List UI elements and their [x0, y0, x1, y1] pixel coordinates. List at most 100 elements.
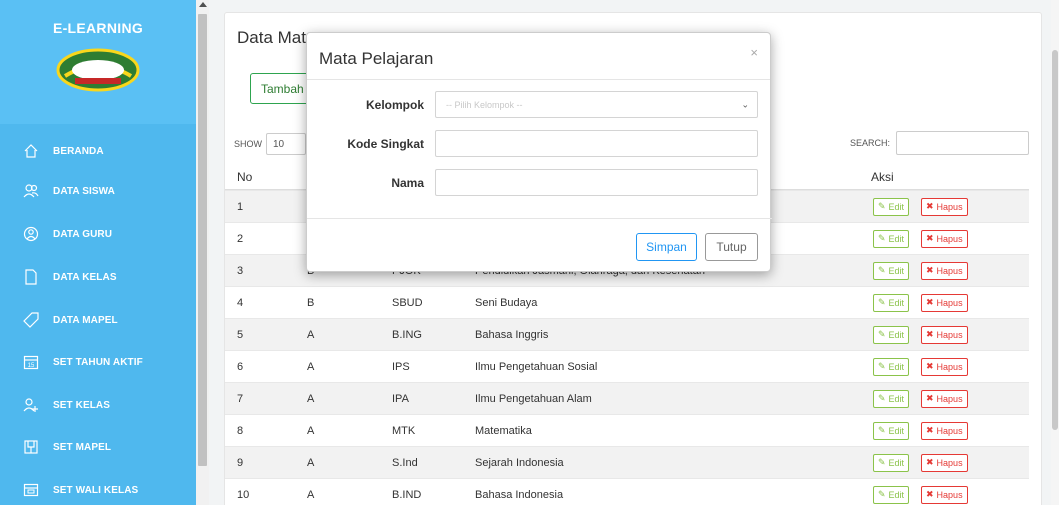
- edit-button[interactable]: ✎ Edit: [873, 325, 910, 344]
- add-button[interactable]: Tambah: [250, 73, 315, 104]
- cell-nama: Sejarah Indonesia: [475, 456, 564, 469]
- sidebar-item-set-tahun-aktif[interactable]: 15 SET TAHUN AKTIF: [0, 342, 196, 382]
- sidebar-item-set-kelas[interactable]: SET KELAS: [0, 385, 196, 425]
- edit-icon: ✎: [878, 265, 886, 275]
- delete-label: Hapus: [936, 265, 963, 276]
- cell-no: 10: [237, 488, 250, 501]
- col-no: No: [237, 170, 253, 184]
- kode-singkat-label: Kode Singkat: [347, 137, 424, 151]
- delete-button[interactable]: ✖ Hapus: [921, 357, 968, 376]
- delete-button[interactable]: ✖ Hapus: [921, 293, 968, 312]
- sidebar-item-beranda[interactable]: BERANDA: [0, 131, 196, 171]
- cell-no: 7: [237, 392, 244, 405]
- cell-kode: S.Ind: [392, 456, 418, 469]
- save-button[interactable]: Simpan: [636, 233, 697, 261]
- cell-no: 5: [237, 328, 244, 341]
- close-icon[interactable]: ×: [750, 45, 758, 60]
- edit-button[interactable]: ✎ Edit: [873, 389, 910, 408]
- sidebar-item-label: DATA GURU: [53, 228, 113, 240]
- delete-button[interactable]: ✖ Hapus: [921, 453, 968, 472]
- page-length-select[interactable]: 10: [266, 133, 306, 155]
- edit-button[interactable]: ✎ Edit: [873, 485, 910, 504]
- table-row: 10 A B.IND Bahasa Indonesia ✎ Edit ✖ Hapus: [225, 478, 1029, 505]
- delete-button[interactable]: ✖ Hapus: [921, 197, 968, 216]
- delete-label: Hapus: [936, 329, 963, 340]
- sidebar-item-label: DATA SISWA: [53, 185, 115, 197]
- cell-kode: MTK: [392, 424, 416, 437]
- svg-text:15: 15: [28, 363, 35, 369]
- edit-icon: ✎: [878, 201, 886, 211]
- edit-label: Edit: [888, 361, 905, 372]
- cell-kelompok: A: [307, 392, 315, 405]
- delete-icon: ✖: [926, 393, 934, 403]
- cell-kelompok: B: [307, 296, 315, 309]
- edit-label: Edit: [888, 233, 905, 244]
- edit-button[interactable]: ✎ Edit: [873, 357, 910, 376]
- book-icon: [24, 440, 38, 454]
- close-button[interactable]: Tutup: [705, 233, 758, 261]
- cell-no: 2: [237, 232, 244, 245]
- page-length-value: 10: [273, 138, 285, 150]
- delete-button[interactable]: ✖ Hapus: [921, 485, 968, 504]
- sidebar-item-data-mapel[interactable]: DATA MAPEL: [0, 300, 196, 340]
- kelompok-row: Kelompok -- Pilih Kelompok -- ⌄: [307, 91, 772, 119]
- cell-kelompok: A: [307, 456, 315, 469]
- tag-icon: [23, 312, 39, 328]
- delete-button[interactable]: ✖ Hapus: [921, 421, 968, 440]
- edit-button[interactable]: ✎ Edit: [873, 261, 910, 280]
- cell-kelompok: A: [307, 424, 315, 437]
- sidebar-item-data-siswa[interactable]: DATA SISWA: [0, 171, 196, 211]
- sidebar-item-set-wali-kelas[interactable]: SET WALI KELAS: [0, 470, 196, 505]
- sidebar-item-set-mapel[interactable]: SET MAPEL: [0, 427, 196, 467]
- edit-icon: ✎: [878, 297, 886, 307]
- table-row: 7 A IPA Ilmu Pengetahuan Alam ✎ Edit ✖ Hapus: [225, 382, 1029, 414]
- nama-row: Nama: [307, 169, 772, 197]
- delete-label: Hapus: [936, 361, 963, 372]
- delete-button[interactable]: ✖ Hapus: [921, 389, 968, 408]
- delete-label: Hapus: [936, 201, 963, 212]
- delete-button[interactable]: ✖ Hapus: [921, 229, 968, 248]
- kelompok-label: Kelompok: [365, 98, 424, 112]
- edit-button[interactable]: ✎ Edit: [873, 421, 910, 440]
- sidebar-item-label: BERANDA: [53, 145, 104, 157]
- edit-button[interactable]: ✎ Edit: [873, 197, 910, 216]
- cell-nama: Seni Budaya: [475, 296, 538, 309]
- sidebar-item-data-kelas[interactable]: DATA KELAS: [0, 257, 196, 297]
- person-icon: [23, 226, 39, 242]
- sidebar-scrollbar-thumb[interactable]: [198, 14, 207, 466]
- edit-button[interactable]: ✎ Edit: [873, 293, 910, 312]
- search-input[interactable]: [896, 131, 1029, 155]
- users-icon: [23, 184, 39, 198]
- edit-icon: ✎: [878, 329, 886, 339]
- edit-label: Edit: [888, 489, 905, 500]
- edit-button[interactable]: ✎ Edit: [873, 453, 910, 472]
- sidebar-scrollbar[interactable]: [196, 0, 209, 505]
- brand-title: E-LEARNING: [52, 20, 144, 36]
- calendar-icon: 15: [23, 355, 39, 370]
- delete-icon: ✖: [926, 233, 934, 243]
- page-scrollbar[interactable]: [1051, 0, 1059, 505]
- scroll-up-arrow-icon[interactable]: [199, 2, 207, 7]
- edit-icon: ✎: [878, 233, 886, 243]
- home-icon: [24, 144, 38, 158]
- cell-no: 4: [237, 296, 244, 309]
- kode-row: Kode Singkat: [307, 130, 772, 158]
- nama-input[interactable]: [435, 169, 758, 196]
- delete-label: Hapus: [936, 297, 963, 308]
- cell-kode: B.IND: [392, 488, 422, 501]
- search-box: SEARCH:: [850, 131, 1029, 155]
- delete-button[interactable]: ✖ Hapus: [921, 261, 968, 280]
- sidebar-item-data-guru[interactable]: DATA GURU: [0, 214, 196, 254]
- cell-no: 1: [237, 200, 244, 213]
- sidebar-item-label: DATA KELAS: [53, 271, 117, 283]
- kelompok-select[interactable]: -- Pilih Kelompok -- ⌄: [435, 91, 758, 118]
- cell-nama: Matematika: [475, 424, 532, 437]
- sidebar-item-label: SET MAPEL: [53, 441, 112, 453]
- kode-singkat-input[interactable]: [435, 130, 758, 157]
- edit-button[interactable]: ✎ Edit: [873, 229, 910, 248]
- cell-no: 6: [237, 360, 244, 373]
- page-scrollbar-thumb[interactable]: [1052, 50, 1058, 430]
- edit-label: Edit: [888, 265, 905, 276]
- cell-kode: IPS: [392, 360, 410, 373]
- delete-button[interactable]: ✖ Hapus: [921, 325, 968, 344]
